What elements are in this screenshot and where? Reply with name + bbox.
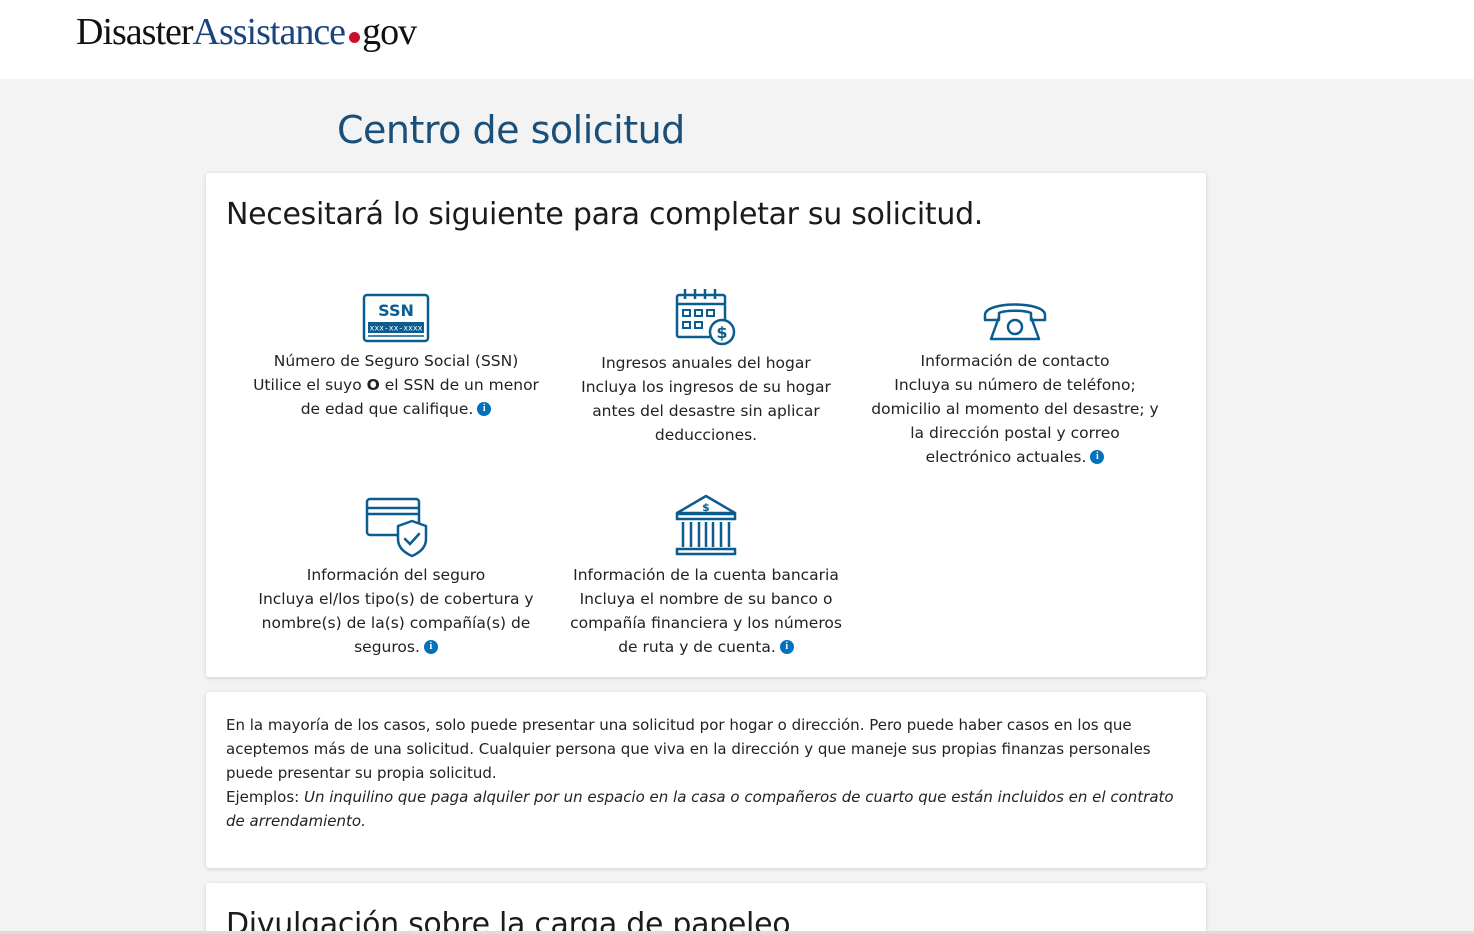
paperwork-card: Divulgación sobre la carga de papeleo — [206, 883, 1206, 934]
svg-text:$: $ — [702, 501, 710, 514]
info-icon[interactable]: i — [779, 640, 794, 654]
requirement-contact-desc: Incluya su número de teléfono; domicilio… — [871, 376, 1159, 466]
examples-label: Ejemplos: — [226, 788, 304, 806]
household-examples: Ejemplos: Un inquilino que paga alquiler… — [226, 785, 1176, 833]
calendar-dollar-icon: $ — [675, 289, 736, 346]
site-logo[interactable]: DisasterAssistance gov — [76, 10, 417, 54]
info-icon[interactable]: i — [1090, 450, 1105, 464]
household-info-text: En la mayoría de los casos, solo puede p… — [226, 713, 1176, 833]
requirement-contact: Información de contacto Incluya su númer… — [870, 293, 1160, 469]
requirement-bank-desc: Incluya el nombre de su banco o compañía… — [570, 590, 842, 656]
requirements-heading: Necesitará lo siguiente para completar s… — [226, 197, 984, 232]
paperwork-heading: Divulgación sobre la carga de papeleo — [226, 907, 791, 934]
examples-text: Un inquilino que paga alquiler por un es… — [226, 788, 1174, 830]
info-icon[interactable]: i — [423, 640, 438, 654]
insurance-card-shield-icon — [365, 497, 428, 558]
household-paragraph: En la mayoría de los casos, solo puede p… — [226, 716, 1151, 782]
requirement-bank-title: Información de la cuenta bancaria — [573, 566, 839, 584]
requirements-card: Necesitará lo siguiente para completar s… — [206, 173, 1206, 677]
requirement-contact-title: Información de contacto — [920, 352, 1110, 370]
logo-text-gov: gov — [362, 11, 417, 53]
logo-text-disaster: Disaster — [76, 11, 194, 53]
requirement-income-desc: Incluya los ingresos de su hogar antes d… — [581, 378, 831, 444]
household-info-card: En la mayoría de los casos, solo puede p… — [206, 692, 1206, 868]
requirement-insurance: Información del seguro Incluya el/los ti… — [251, 497, 541, 659]
requirement-ssn-desc: Utilice el suyo O el SSN de un menor de … — [253, 376, 539, 418]
requirement-ssn-title: Número de Seguro Social (SSN) — [273, 352, 519, 370]
logo-text-assistance: Assistance — [192, 11, 347, 53]
ssn-label: SSN — [378, 301, 414, 320]
page-title: Centro de solicitud — [337, 108, 685, 152]
requirement-income-title: Ingresos anuales del hogar — [601, 354, 811, 372]
ssn-mask: xxx-xx-xxxx — [370, 324, 423, 333]
info-icon[interactable]: i — [477, 402, 492, 416]
ssn-card-icon: SSN xxx-xx-xxxx — [362, 293, 430, 343]
requirement-ssn: SSN xxx-xx-xxxx Número de Seguro Social … — [251, 293, 541, 421]
requirement-income: $ Ingresos anuales del hogar Incluya los… — [561, 287, 851, 447]
requirement-bank: $ Información de la cuenta bancaria Incl… — [561, 493, 851, 659]
telephone-icon — [983, 303, 1047, 341]
svg-text:$: $ — [716, 323, 727, 342]
logo-dot-icon — [349, 32, 361, 43]
requirement-insurance-desc: Incluya el/los tipo(s) de cobertura y no… — [258, 590, 534, 656]
bank-icon: $ — [675, 494, 737, 556]
requirement-insurance-title: Información del seguro — [306, 566, 486, 584]
site-header: DisasterAssistance gov — [0, 0, 1474, 79]
